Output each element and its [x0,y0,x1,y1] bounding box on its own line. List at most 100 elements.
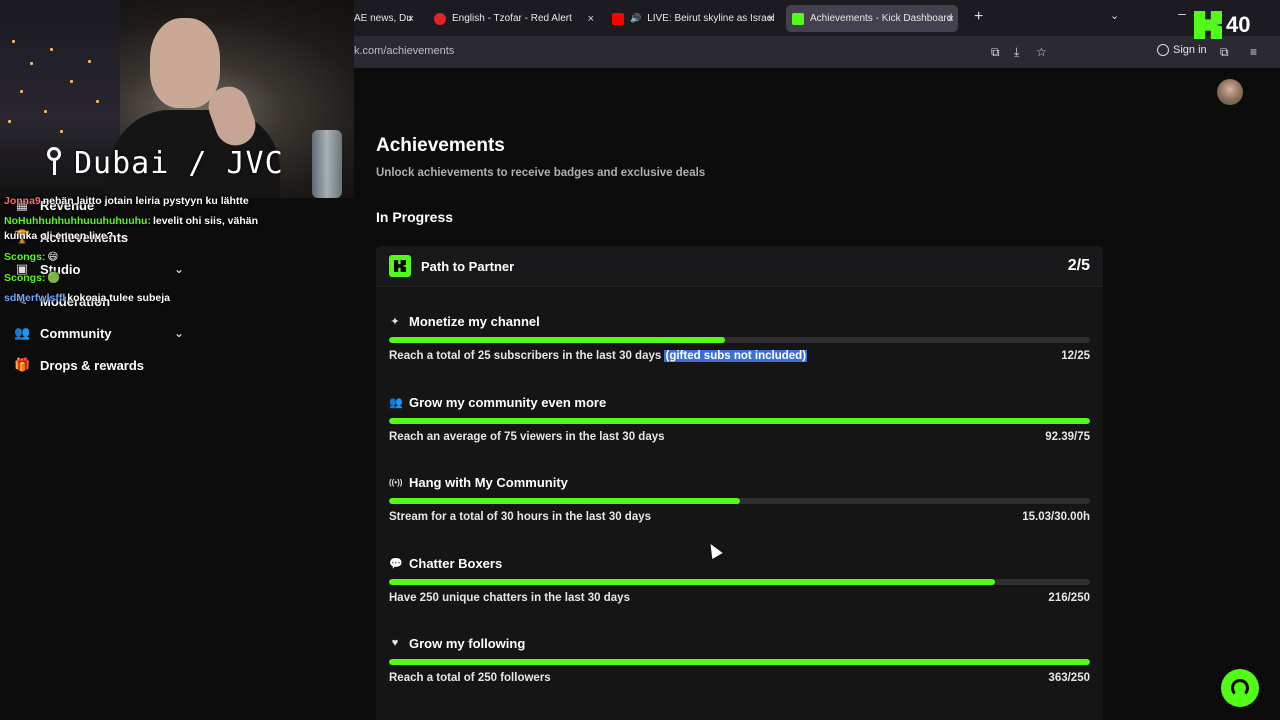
chat-text: 😄 [47,251,59,263]
support-button[interactable] [1221,669,1259,707]
chat-message: Scongs: 😄 [4,251,58,263]
download-icon[interactable]: ⤓ [1014,45,1019,60]
section-title: In Progress [376,209,454,225]
new-tab-button[interactable]: + [974,8,983,26]
screenshot-icon[interactable]: ⧉ [991,45,1000,60]
achievement-value: 216/250 [1048,592,1090,604]
achievement-value: 12/25 [1061,350,1090,362]
location-label: Dubai / JVC [46,146,284,181]
extensions-icon[interactable]: ⧉ [1220,45,1229,60]
chat-message: kuinka oli ennen live? [4,230,113,242]
chat-bubble-icon: 💬 [389,557,403,570]
progress-fill [389,498,740,504]
achievement-item: ✦ Monetize my channel Reach a total of 25… [389,312,1090,362]
progress-fill [389,659,1090,665]
avatar[interactable] [1217,79,1243,105]
progress-bar [389,498,1090,504]
selected-text: (gifted subs not included) [664,350,808,362]
progress-fill [389,579,995,585]
broadcast-icon: ((•)) [389,477,403,487]
url-text[interactable]: k.com/achievements [354,45,454,57]
progress-fill [389,337,726,343]
kick-logo-icon [1194,11,1222,39]
kick-logo-icon [389,255,411,277]
close-icon[interactable]: × [588,13,594,25]
page-title: Achievements [376,135,505,156]
community-icon: 👥 [14,325,31,340]
achievement-description: Stream for a total of 30 hours in the la… [389,511,652,523]
url-bar[interactable]: k.com/achievements ⧉ ⤓ ☆ Sign in ⧉ ≡ [354,36,1280,68]
achievement-title: Hang with My Community [409,474,568,490]
chat-username: NoHuhhuhhuhhuuuhuhuuhu: [4,215,151,227]
chevron-down-icon[interactable]: ⌄ [174,262,184,276]
tab-beirut-live[interactable]: 🔊 LIVE: Beirut skyline as Israel × [612,5,778,32]
headset-icon [1231,679,1249,697]
achievement-title: Chatter Boxers [409,555,503,571]
page-subtitle: Unlock achievements to receive badges an… [376,167,706,179]
overlay-counter: 40 [1226,12,1251,37]
chat-message: Jonna9 nehän laitto jotain leiria pystyyn… [4,195,249,207]
tab-tzofar[interactable]: English - Tzofar - Red Alert × [434,5,598,32]
progress-bar [389,579,1090,585]
chevron-down-icon[interactable]: ⌄ [1110,9,1119,22]
sign-in-button[interactable]: Sign in [1157,44,1207,56]
achievement-value: 15.03/30.00h [1022,511,1090,523]
kick-counter-overlay: 40 [1194,8,1278,42]
sidebar-item-label: Drops & rewards [40,357,145,373]
chat-text: nehän laitto jotain leiria pystyyn ku lä… [42,195,249,207]
speaker-icon[interactable]: 🔊 [630,13,641,24]
chat-username: Scongs: [4,272,46,284]
tab-label: LIVE: Beirut skyline as Israel [647,13,775,24]
minimize-icon[interactable]: – [1178,5,1186,21]
progress-bar [389,659,1090,665]
chat-username: Jonna9 [4,195,41,207]
chat-message: Scongs: 🟢 [4,271,61,284]
account-icon [1157,44,1169,56]
chat-text: kokoaja tulee subeja [67,292,170,304]
progress-fill [389,418,1090,424]
sparkle-icon: ✦ [390,315,400,328]
progress-bar [389,337,1090,343]
sign-in-label: Sign in [1173,44,1207,56]
close-icon[interactable]: × [768,13,774,25]
card-title: Path to Partner [421,259,515,274]
water-bottle [312,130,342,198]
sidebar-item-drops-rewards[interactable]: 🎁 Drops & rewards [14,357,144,373]
achievement-description: Reach a total of 250 followers [389,672,551,684]
achievement-item: ♥ Grow my following Reach a total of 250 … [389,634,1090,684]
achievement-value: 92.39/75 [1045,431,1090,443]
tab-label: AE news, Du [354,13,412,24]
gift-icon: 🎁 [14,357,31,372]
achievement-description: Have 250 unique chatters in the last 30 … [389,592,630,604]
chat-text: kuinka oli ennen live? [4,230,114,242]
tab-news[interactable]: AE news, Du × [354,5,418,32]
card-progress-count: 2/5 [1067,257,1090,274]
achievement-value: 363/250 [1048,672,1090,684]
close-icon[interactable]: × [408,13,414,25]
achievement-title: Grow my community even more [409,394,607,410]
chat-text: levelit ohi siis, vähän [152,215,258,227]
sidebar-item-community[interactable]: 👥 Community [14,325,112,341]
progress-bar [389,418,1090,424]
heart-icon: ♥ [391,637,399,649]
kick-favicon-icon [792,12,804,25]
youtube-favicon-icon [612,12,624,25]
close-icon[interactable]: × [948,13,954,25]
tab-achievements[interactable]: Achievements - Kick Dashboard × [786,5,958,32]
menu-icon[interactable]: ≡ [1250,45,1257,59]
community-icon: 👥 [389,396,403,409]
achievement-description: Reach a total of 25 subscribers in the l… [389,350,808,362]
location-text: Dubai / JVC [74,146,284,181]
chat-text: 🟢 [47,272,61,284]
card-header: Path to Partner 2/5 [376,246,1103,287]
chat-username: Scongs: [4,251,46,263]
chat-username: sdMerfwlsffl [4,292,66,304]
browser-tab-bar: AE news, Du × English - Tzofar - Red Ale… [354,0,1280,36]
tab-label: Achievements - Kick Dashboard [810,13,953,24]
chat-message: NoHuhhuhhuhhuuuhuhuuhu: levelit ohi siis,… [4,215,258,227]
star-icon[interactable]: ☆ [1036,45,1047,59]
tab-label: English - Tzofar - Red Alert [452,13,572,24]
achievement-item: 👥 Grow my community even more Reach an av… [389,393,1090,443]
path-to-partner-card: Path to Partner 2/5 ✦ Monetize my channel… [376,246,1103,720]
chevron-down-icon[interactable]: ⌄ [174,326,184,340]
